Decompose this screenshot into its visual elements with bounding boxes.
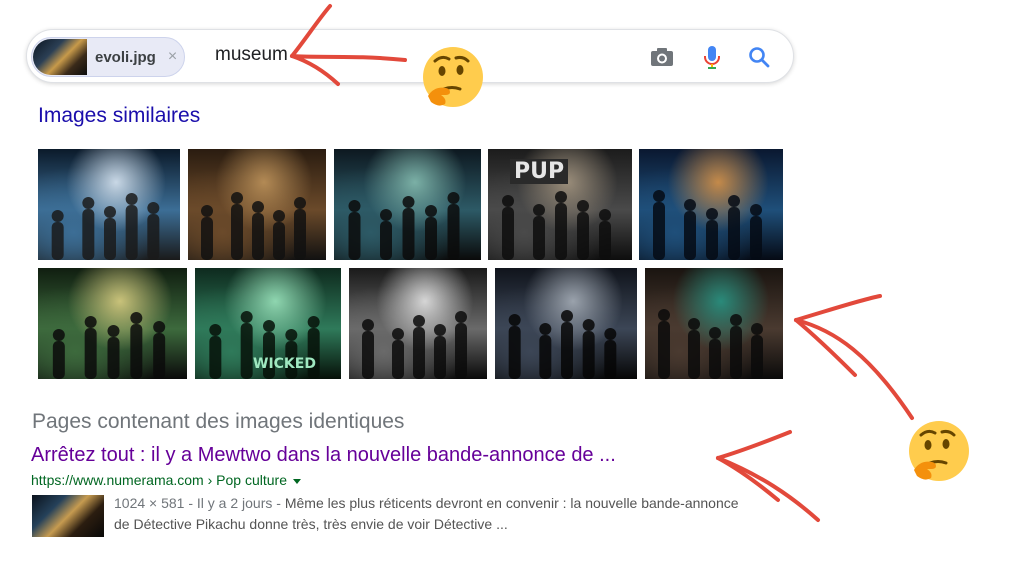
similar-image-thumbnail[interactable] (334, 149, 481, 260)
photo-figures (51, 193, 160, 260)
photo-figures (201, 192, 306, 260)
identical-pages-title: Pages contenant des images identiques (32, 410, 405, 433)
result-title-link[interactable]: Arrêtez tout : il y a Mewtwo dans la nou… (31, 444, 616, 467)
result-snippet: 1024 × 581 - Il y a 2 jours - Même les p… (114, 493, 754, 535)
result-meta: 1024 × 581 - Il y a 2 jours - (114, 495, 285, 511)
similar-images-title[interactable]: Images similaires (38, 104, 200, 128)
similar-image-thumbnail[interactable] (38, 149, 180, 260)
similar-image-thumbnail[interactable] (349, 268, 487, 379)
result-url[interactable]: https://www.numerama.com › Pop culture (31, 472, 301, 488)
image-caption-text: WICKED (253, 356, 316, 372)
photo-figures (52, 312, 166, 379)
result-thumbnail[interactable] (32, 495, 104, 537)
photo-figures (508, 310, 617, 379)
similar-image-thumbnail[interactable] (38, 268, 187, 379)
image-caption-text: PUP (510, 159, 569, 184)
image-chip-thumbnail (33, 39, 87, 75)
photo-figures (362, 311, 467, 379)
similar-image-thumbnail[interactable]: PUP (488, 149, 632, 260)
result-url-text: https://www.numerama.com › Pop culture (31, 472, 287, 488)
camera-icon[interactable] (647, 42, 677, 72)
chevron-down-icon[interactable] (293, 478, 301, 484)
image-chip-filename: evoli.jpg (95, 48, 156, 66)
search-icon[interactable] (744, 42, 774, 72)
photo-figures (348, 192, 460, 260)
photo-figures (658, 309, 763, 379)
similar-image-thumbnail[interactable]: WICKED (195, 268, 341, 379)
similar-image-thumbnail[interactable] (645, 268, 783, 379)
photo-figures (653, 190, 762, 260)
search-input[interactable]: museum (215, 44, 288, 66)
search-bar[interactable]: evoli.jpg × museum (26, 29, 794, 83)
similar-image-thumbnail[interactable] (495, 268, 637, 379)
image-chip[interactable]: evoli.jpg × (31, 37, 185, 77)
microphone-icon[interactable] (697, 42, 727, 72)
thinking-face-icon (420, 44, 486, 115)
similar-image-thumbnail[interactable] (639, 149, 783, 260)
similar-image-thumbnail[interactable] (188, 149, 326, 260)
thinking-face-icon (906, 418, 972, 489)
image-chip-close-button[interactable]: × (168, 48, 177, 66)
